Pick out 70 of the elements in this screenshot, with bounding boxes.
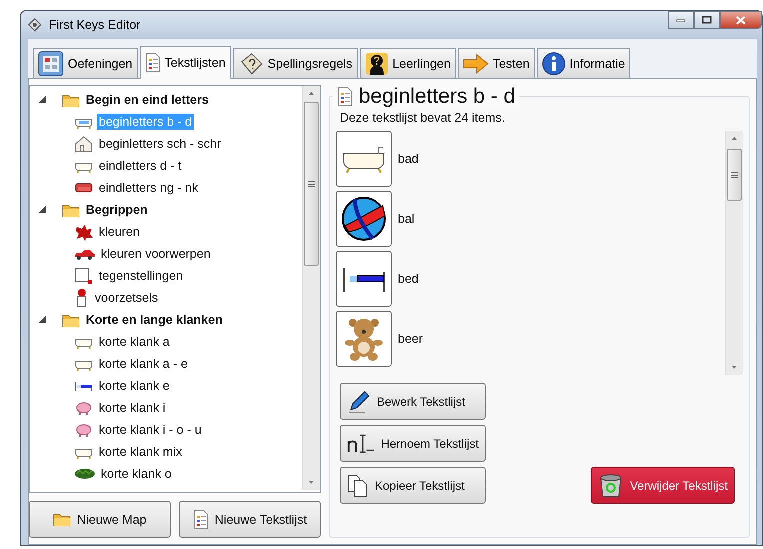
folder-icon [62,312,80,328]
folder-icon [62,202,80,218]
item-label: bad [398,152,419,166]
item-label: bal [398,212,415,226]
pencil-icon [347,390,371,414]
folder-label: Begin en eind letters [85,92,210,108]
tab[interactable]: Oefeningen [33,48,138,78]
maximize-button[interactable] [694,11,720,29]
head-icon [364,52,389,76]
new-list-button[interactable]: Nieuwe Tekstlijst [179,501,321,538]
new-folder-button[interactable]: Nieuwe Map [29,501,171,538]
delete-list-button[interactable]: Verwijder Tekstlijst [591,467,735,504]
tree-item[interactable]: korte klank i - o - u [97,422,204,438]
tree-item[interactable]: korte klank e [97,378,172,394]
scrollbar[interactable] [302,86,320,490]
item-label: bed [398,272,419,286]
window-title: First Keys Editor [49,18,141,32]
square-icon [74,267,94,285]
tree-item[interactable]: korte klank o [99,466,174,482]
car-icon [74,248,96,260]
tree-item[interactable]: tegenstellingen [97,268,186,284]
tree-item[interactable]: voorzetsels [93,290,160,306]
expander-icon[interactable] [38,95,48,105]
copy-icon [347,474,369,498]
folder-label: Korte en lange klanken [85,312,224,328]
tab[interactable]: Spellingsregels [232,48,358,78]
grid-icon [38,50,64,76]
tree-item[interactable]: korte klank a [97,334,172,350]
scroll-thumb[interactable] [727,149,742,201]
close-button[interactable] [720,11,762,29]
trash-icon [598,472,624,498]
rename-icon [347,432,376,454]
folder-label: Begrippen [85,202,149,218]
bed-icon [74,380,94,392]
close-icon [736,16,746,24]
tab[interactable]: Leerlingen [360,48,456,78]
list-title: beginletters b - d [359,85,516,109]
expander-icon[interactable] [38,315,48,325]
grip-icon [731,172,738,178]
minimize-icon [676,17,686,23]
tree-item[interactable]: eindletters d - t [97,158,184,174]
teddy-bear-icon [344,317,384,361]
tree-item[interactable]: eindletters ng - nk [97,180,200,196]
tree-item[interactable]: korte klank mix [97,444,184,460]
arrow-icon [462,54,489,74]
rename-list-button[interactable]: Hernoem Tekstlijst [340,425,486,462]
folder-icon [62,92,80,108]
list-icon [144,53,161,73]
folder-icon [53,512,72,527]
tree-item[interactable]: korte klank a - e [97,356,190,372]
tree-item[interactable]: kleuren [97,224,142,240]
tab[interactable]: Testen [458,48,535,78]
expander-icon[interactable] [38,205,48,215]
item-label: beer [398,332,424,346]
grip-icon [308,180,315,188]
scrollbar[interactable] [725,131,743,375]
edit-list-button[interactable]: Bewerk Tekstlijst [340,383,486,420]
tab[interactable]: Informatie [536,48,630,78]
minimize-button[interactable] [668,11,694,29]
tree-item[interactable]: korte klank i [97,400,168,416]
copy-list-button[interactable]: Kopieer Tekstlijst [340,467,486,504]
tab[interactable]: Tekstlijsten [140,46,231,79]
house-icon [74,135,94,153]
list-icon [192,510,209,530]
item-count-text: Deze tekstlijst bevat 24 items. [340,111,506,125]
tree-item[interactable]: beginletters sch - schr [97,136,224,152]
tree-item[interactable]: kleuren voorwerpen [99,246,213,262]
scroll-thumb[interactable] [304,102,319,266]
info-icon [542,52,566,76]
maximize-icon [702,16,712,24]
